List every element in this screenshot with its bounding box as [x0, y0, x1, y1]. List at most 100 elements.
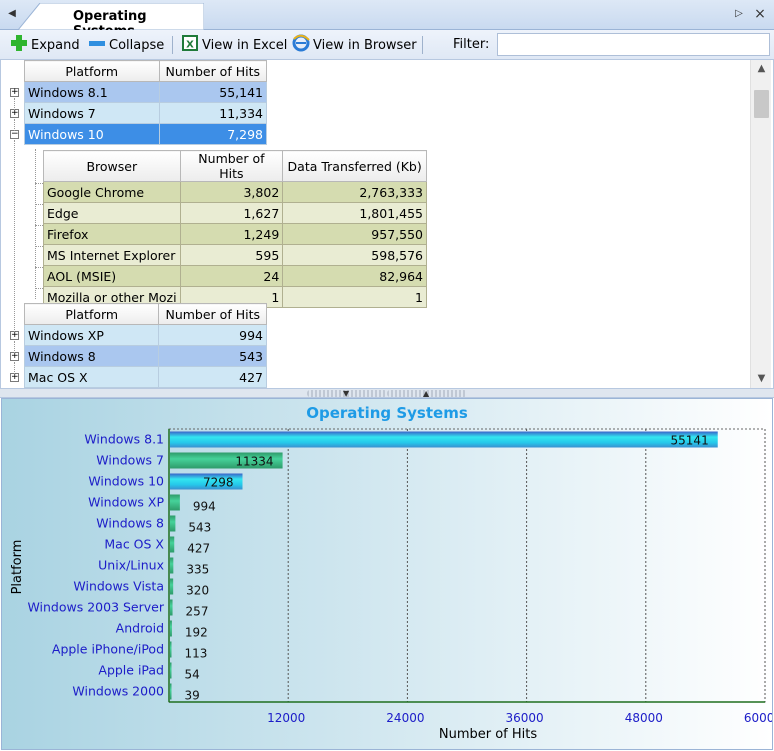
scroll-up-arrow-icon[interactable]: ▲: [751, 60, 772, 78]
category-label: Mac OS X: [104, 537, 164, 552]
category-label: Windows 8.1: [84, 432, 164, 447]
bar: [170, 578, 174, 595]
expand-button[interactable]: Expand: [10, 35, 80, 55]
expand-row-icon[interactable]: +: [10, 352, 19, 361]
collapse-down-arrow-icon[interactable]: ▼: [343, 389, 349, 398]
data-cell: 1: [282, 286, 427, 308]
scroll-down-arrow-icon[interactable]: ▼: [751, 370, 772, 388]
collapse-row-icon[interactable]: −: [10, 130, 19, 139]
platform-table-continued: Platform Number of Hits Windows XP 994 W…: [23, 303, 267, 388]
table-row[interactable]: Google Chrome 3,802 2,763,333: [43, 181, 427, 203]
data-cell: 1,801,455: [282, 202, 427, 224]
view-in-excel-label: View in Excel: [202, 37, 288, 53]
table-row[interactable]: Windows 8.1 55,141: [24, 81, 267, 103]
scroll-right-arrow-icon[interactable]: ▷: [732, 6, 746, 22]
bar: [170, 557, 174, 574]
internet-explorer-icon: [292, 34, 310, 56]
platform-cell: Windows 7: [24, 102, 160, 124]
platform-column-header[interactable]: Platform: [24, 60, 160, 82]
data-label: 543: [188, 521, 211, 535]
category-label: Windows XP: [88, 495, 164, 510]
expand-row-icon[interactable]: +: [10, 88, 19, 97]
bar: [170, 536, 175, 553]
data-label: 11334: [235, 455, 273, 469]
table-row-selected[interactable]: Windows 10 7,298: [24, 123, 267, 145]
close-icon[interactable]: ×: [752, 5, 768, 23]
hits-column-header[interactable]: Number of Hits: [158, 303, 267, 325]
category-label: Windows 10: [88, 474, 164, 489]
chart-panel: Operating Systems Platform Number of Hit…: [1, 398, 773, 750]
expand-row-icon[interactable]: +: [10, 331, 19, 340]
hits-cell: 55,141: [158, 81, 267, 103]
table-row[interactable]: Windows XP 994: [23, 324, 267, 346]
bar: [170, 515, 176, 532]
category-label: Windows 2000: [72, 684, 164, 699]
data-label: 427: [187, 542, 210, 556]
data-label: 54: [185, 668, 200, 682]
category-label: Windows 8: [96, 516, 164, 531]
browser-cell: MS Internet Explorer: [43, 244, 181, 266]
table-row[interactable]: AOL (MSIE) 24 82,964: [43, 265, 427, 287]
category-label: Apple iPad: [98, 663, 164, 678]
category-label: Unix/Linux: [98, 558, 164, 573]
platform-table: Platform Number of Hits Windows 8.1 55,1…: [24, 60, 267, 145]
data-transferred-column-header[interactable]: Data Transferred (Kb): [282, 150, 427, 182]
browser-cell: AOL (MSIE): [43, 265, 181, 287]
platform-cell: Windows 8.1: [24, 81, 160, 103]
category-label: Windows Vista: [73, 579, 164, 594]
table-row[interactable]: Mac OS X 427: [23, 366, 267, 388]
toolbar-separator: [172, 36, 173, 54]
data-label: 257: [186, 605, 209, 619]
data-label: 7298: [203, 476, 234, 490]
x-tick-label: 24000: [386, 711, 424, 725]
hits-cell: 24: [179, 265, 284, 287]
table-row[interactable]: Windows 8 543: [23, 345, 267, 367]
expand-row-icon[interactable]: +: [10, 373, 19, 382]
data-label: 39: [185, 689, 200, 703]
bar: [170, 641, 172, 658]
hits-cell: 427: [158, 366, 267, 388]
bar: [170, 431, 718, 448]
expand-up-arrow-icon[interactable]: ▲: [423, 389, 429, 398]
platform-cell: Windows 8: [23, 345, 160, 367]
hits-cell: 3,802: [179, 181, 284, 203]
hits-column-header[interactable]: Number of Hits: [158, 60, 267, 82]
category-label: Android: [116, 621, 164, 636]
scrollbar-thumb[interactable]: [754, 90, 769, 118]
bar: [170, 662, 172, 679]
x-tick-label: 60000: [744, 711, 772, 725]
table-row[interactable]: Edge 1,627 1,801,455: [43, 202, 427, 224]
data-label: 55141: [671, 434, 709, 448]
collapse-button[interactable]: Collapse: [88, 35, 164, 55]
browser-column-header[interactable]: Browser: [43, 150, 181, 182]
platform-cell: Mac OS X: [23, 366, 160, 388]
panel-splitter[interactable]: ▼ ▲: [0, 388, 774, 398]
platform-column-header[interactable]: Platform: [23, 303, 160, 325]
hits-cell: 7,298: [158, 123, 267, 145]
category-label: Windows 2003 Server: [27, 600, 164, 615]
browser-cell: Edge: [43, 202, 181, 224]
plus-icon: [10, 34, 28, 56]
platform-grid: + + − + + + Platform Number of Hits Wind…: [0, 60, 774, 388]
data-cell: 598,576: [282, 244, 427, 266]
hits-cell: 994: [158, 324, 267, 346]
data-label: 335: [186, 563, 209, 577]
expand-row-icon[interactable]: +: [10, 109, 19, 118]
view-in-browser-button[interactable]: View in Browser: [292, 34, 417, 56]
bar-chart: Operating Systems Platform Number of Hit…: [10, 404, 772, 742]
data-label: 320: [186, 584, 209, 598]
browser-cell: Google Chrome: [43, 181, 181, 203]
vertical-scrollbar[interactable]: ▲ ▼: [750, 60, 771, 388]
hits-column-header[interactable]: Number of Hits: [179, 150, 284, 182]
table-row[interactable]: Firefox 1,249 957,550: [43, 223, 427, 245]
table-row[interactable]: Windows 7 11,334: [24, 102, 267, 124]
hits-cell: 543: [158, 345, 267, 367]
excel-icon: X: [181, 34, 199, 56]
hits-cell: 595: [179, 244, 284, 266]
category-label: Windows 7: [96, 453, 164, 468]
table-row[interactable]: MS Internet Explorer 595 598,576: [43, 244, 427, 266]
tab-operating-systems[interactable]: Operating Systems: [18, 3, 204, 39]
expand-label: Expand: [31, 37, 80, 53]
filter-input[interactable]: [497, 33, 770, 56]
view-in-excel-button[interactable]: X View in Excel: [181, 35, 287, 55]
